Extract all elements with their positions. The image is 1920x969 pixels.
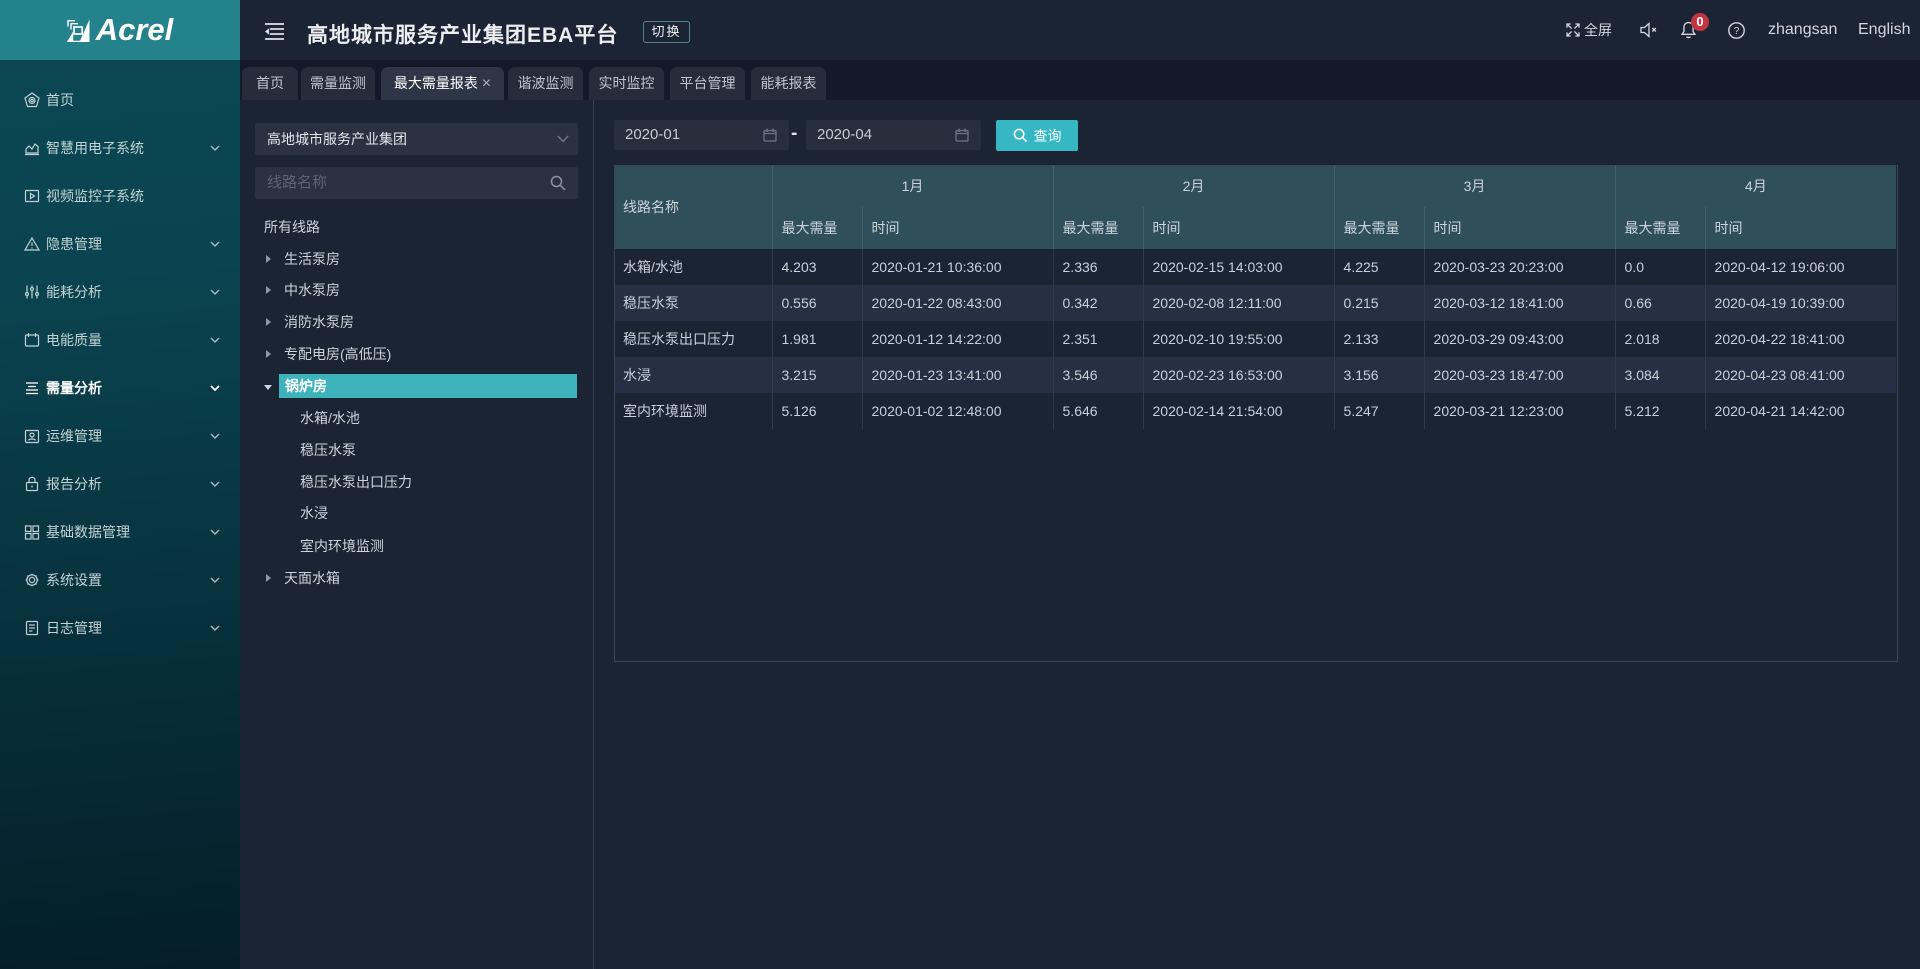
svg-text:?: ? <box>1734 26 1740 37</box>
